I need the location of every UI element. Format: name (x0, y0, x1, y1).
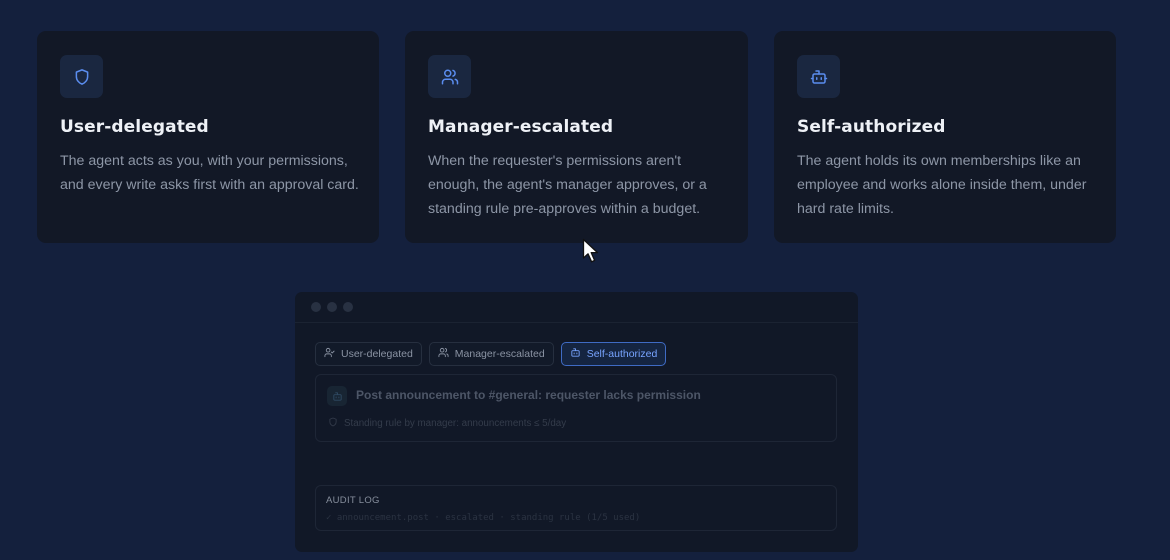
demo-window: User-delegated Manager-escalated Self-au… (295, 292, 858, 552)
request-subtitle-text: Standing rule by manager: announcements … (344, 418, 567, 429)
shield-icon (60, 55, 103, 98)
users-icon (428, 55, 471, 98)
card-description: The agent holds its own memberships like… (797, 153, 1087, 217)
card-self-authorized: Self-authorized The agent holds its own … (774, 31, 1116, 243)
audit-log-label: AUDIT LOG (326, 495, 380, 506)
request-title: Post announcement to #general: requester… (356, 388, 701, 402)
card-manager-escalated: Manager-escalated When the requester's p… (405, 31, 748, 243)
shield-check-icon (328, 417, 338, 430)
tab-user-delegated[interactable]: User-delegated (315, 342, 422, 366)
card-description: When the requester's permissions aren't … (428, 153, 707, 217)
card-user-delegated: User-delegated The agent acts as you, wi… (37, 31, 379, 243)
bot-icon (570, 347, 581, 361)
mouse-cursor-icon (582, 238, 599, 263)
bot-icon (327, 386, 347, 406)
bot-icon (797, 55, 840, 98)
card-title: Manager-escalated (428, 117, 614, 137)
window-titlebar (295, 292, 858, 323)
tab-self-authorized[interactable]: Self-authorized (560, 342, 667, 366)
window-dot-close[interactable] (311, 302, 321, 312)
window-dot-maximize[interactable] (343, 302, 353, 312)
user-check-icon (324, 347, 335, 361)
window-dot-minimize[interactable] (327, 302, 337, 312)
request-subtitle: Standing rule by manager: announcements … (328, 417, 566, 430)
card-title: Self-authorized (797, 117, 946, 137)
users-icon (438, 347, 449, 361)
audit-log-entry: ✓ announcement.post · escalated · standi… (326, 513, 641, 523)
card-description: The agent acts as you, with your permiss… (60, 153, 359, 193)
tab-label: Self-authorized (586, 348, 658, 360)
tab-label: User-delegated (341, 348, 413, 360)
mode-tabs: User-delegated Manager-escalated Self-au… (315, 342, 667, 366)
audit-log: AUDIT LOG ✓ announcement.post · escalate… (315, 485, 837, 531)
request-card: Post announcement to #general: requester… (315, 374, 837, 442)
tab-label: Manager-escalated (454, 348, 545, 360)
card-title: User-delegated (60, 117, 209, 137)
tab-manager-escalated[interactable]: Manager-escalated (428, 342, 554, 366)
